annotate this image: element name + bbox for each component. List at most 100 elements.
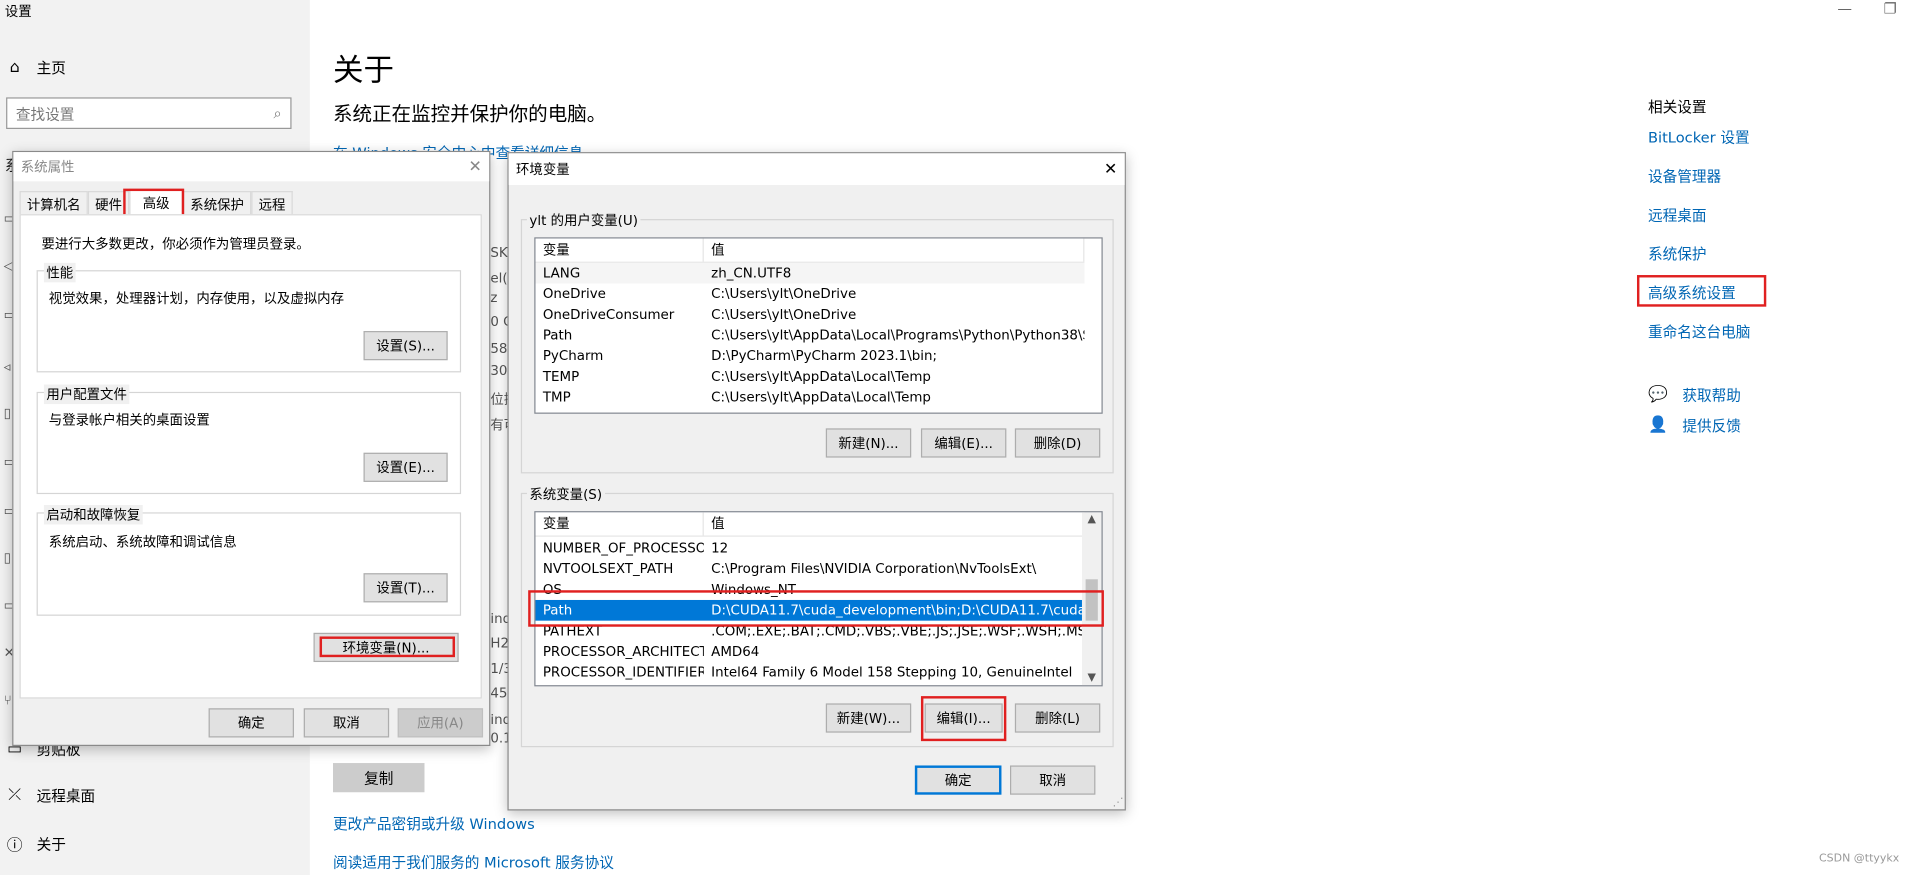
dialog-title: 系统属性 [20, 159, 75, 176]
system-delete-button[interactable]: 删除(L) [1014, 703, 1101, 733]
variable-name: OneDrive [542, 285, 606, 302]
variable-name: LANG [542, 265, 581, 282]
column-header-variable[interactable]: 变量 [535, 238, 704, 262]
feedback-link[interactable]: 👤 提供反馈 [1648, 415, 1741, 436]
page-title: 关于 [333, 52, 395, 88]
restore-icon[interactable]: ❐ [1884, 0, 1897, 17]
user-profiles-settings-button[interactable]: 设置(E)... [363, 452, 448, 482]
tab-system-protection[interactable]: 系统保护 [182, 191, 252, 216]
apply-button[interactable]: 应用(A) [397, 708, 484, 738]
list-item[interactable]: Path C:\Users\ylt\AppData\Local\Programs… [535, 325, 1085, 346]
list-header: 变量 值 [535, 512, 1085, 537]
sidebar-item-remote-desktop[interactable]: ⤫ 远程桌面 [5, 785, 95, 806]
dialog-titlebar: 系统属性 ✕ [13, 152, 490, 182]
scroll-down-icon[interactable]: ▼ [1082, 672, 1102, 684]
info-icon: ⓘ [6, 837, 23, 856]
change-product-key-link[interactable]: 更改产品密钥或升级 Windows [333, 813, 535, 834]
list-item[interactable]: PROCESSOR_ARCHITECT... AMD64 [535, 641, 1084, 662]
feedback-label: 提供反馈 [1682, 417, 1741, 435]
user-delete-button[interactable]: 删除(D) [1014, 428, 1101, 458]
env-cancel-button[interactable]: 取消 [1010, 765, 1096, 795]
list-item[interactable]: NUMBER_OF_PROCESSORS 12 [535, 538, 1084, 559]
startup-recovery-settings-button[interactable]: 设置(T)... [363, 573, 448, 603]
user-variables-legend: ylt 的用户变量(U) [526, 210, 641, 231]
multitask-icon: ▯ [3, 550, 12, 566]
user-edit-button[interactable]: 编辑(E)... [920, 428, 1007, 458]
highlight-edit-button [920, 696, 1007, 742]
get-help-label: 获取帮助 [1682, 386, 1741, 405]
startup-recovery-desc: 系统启动、系统故障和调试信息 [48, 534, 237, 551]
list-item[interactable]: NVTOOLSEXT_PATH C:\Program Files\NVIDIA … [535, 559, 1084, 580]
list-item[interactable]: PROCESSOR_IDENTIFIER Intel64 Family 6 Mo… [535, 662, 1084, 683]
variable-value: C:\Users\ylt\OneDrive [711, 306, 857, 323]
variable-name: NUMBER_OF_PROCESSORS [542, 540, 704, 557]
performance-legend: 性能 [43, 262, 76, 283]
remote-desktop-link[interactable]: 远程桌面 [1648, 204, 1750, 243]
variable-name: Path [542, 327, 573, 344]
list-item[interactable]: TMP C:\Users\ylt\AppData\Local\Temp [535, 387, 1084, 408]
variable-value: Intel64 Family 6 Model 158 Stepping 10, … [711, 664, 1073, 681]
home-icon: ⌂ [9, 58, 20, 77]
minimize-icon[interactable]: — [1837, 0, 1852, 17]
spec-fragment: z [490, 289, 498, 306]
list-item[interactable]: OneDrive C:\Users\ylt\OneDrive [535, 284, 1084, 305]
column-header-value[interactable]: 值 [704, 238, 1085, 262]
variable-name: NVTOOLSEXT_PATH [542, 561, 674, 577]
related-settings-title: 相关设置 [1647, 98, 1707, 116]
startup-recovery-legend: 启动和故障恢复 [43, 505, 143, 525]
column-header-variable[interactable]: 变量 [535, 512, 704, 536]
user-variables-list[interactable]: 变量 值 LANG zh_CN.UTF8 OneDrive C:\Users\y… [534, 237, 1103, 414]
cancel-button[interactable]: 取消 [303, 708, 390, 738]
variable-value: C:\Users\ylt\AppData\Local\Programs\Pyth… [711, 327, 1084, 344]
search-icon: ⌕ [273, 104, 282, 122]
variable-name: TMP [542, 389, 571, 406]
copy-button[interactable]: 复制 [333, 763, 425, 793]
scroll-up-icon[interactable]: ▲ [1082, 514, 1102, 526]
sidebar-item-home[interactable]: ⌂ 主页 [5, 57, 66, 78]
system-new-button[interactable]: 新建(W)... [825, 703, 912, 733]
service-agreement-link[interactable]: 阅读适用于我们服务的 Microsoft 服务协议 [333, 852, 614, 873]
remote-desktop-icon: ⤫ [8, 786, 21, 805]
variable-name: PROCESSOR_IDENTIFIER [542, 664, 704, 681]
device-manager-link[interactable]: 设备管理器 [1648, 166, 1750, 205]
variable-value: C:\Program Files\NVIDIA Corporation\NvTo… [711, 561, 1037, 577]
variable-name: TEMP [542, 368, 580, 385]
bitlocker-link[interactable]: BitLocker 设置 [1648, 127, 1750, 166]
ok-button[interactable]: 确定 [208, 708, 294, 738]
variable-value: zh_CN.UTF8 [711, 265, 792, 282]
variable-value: C:\Users\ylt\OneDrive [711, 285, 857, 302]
tab-remote[interactable]: 远程 [251, 191, 293, 216]
close-icon[interactable]: ✕ [469, 158, 482, 176]
variable-value: D:\PyCharm\PyCharm 2023.1\bin; [711, 348, 938, 364]
share-icon: ⑂ [3, 692, 12, 709]
env-ok-button[interactable]: 确定 [914, 765, 1002, 795]
user-profiles-legend: 用户配置文件 [43, 384, 130, 405]
user-new-button[interactable]: 新建(N)... [825, 428, 912, 458]
rename-pc-link[interactable]: 重命名这台电脑 [1648, 321, 1750, 360]
admin-note: 要进行大多数更改，你必须作为管理员登录。 [41, 236, 310, 252]
spec-fragment: 45 [490, 685, 508, 701]
close-icon[interactable]: ✕ [1104, 160, 1117, 178]
search-placeholder: 查找设置 [15, 105, 75, 123]
variable-name: OneDriveConsumer [542, 306, 675, 323]
variable-value: C:\Users\ylt\AppData\Local\Temp [711, 389, 931, 406]
related-settings: 相关设置 BitLocker 设置 设备管理器 远程桌面 系统保护 高级系统设置… [1648, 96, 1750, 360]
list-item[interactable]: TEMP C:\Users\ylt\AppData\Local\Temp [535, 366, 1084, 387]
search-input[interactable]: 查找设置 ⌕ [6, 97, 292, 129]
column-header-value[interactable]: 值 [704, 512, 1085, 536]
variable-value: AMD64 [711, 643, 760, 660]
system-variables-legend: 系统变量(S) [526, 484, 605, 504]
spec-fragment: 30 [490, 362, 508, 379]
list-item[interactable]: LANG zh_CN.UTF8 [535, 262, 1085, 284]
highlight-advanced-settings [1636, 275, 1767, 307]
tab-computer-name[interactable]: 计算机名 [19, 191, 88, 216]
list-item[interactable]: PyCharm D:\PyCharm\PyCharm 2023.1\bin; [535, 346, 1084, 367]
resize-grip-icon[interactable]: ⋰ [1112, 797, 1123, 809]
list-item[interactable]: OneDriveConsumer C:\Users\ylt\OneDrive [535, 304, 1084, 325]
dialog-title: 环境变量 [515, 161, 570, 178]
get-help-link[interactable]: 💬 获取帮助 [1648, 385, 1741, 406]
sidebar-item-about[interactable]: ⓘ 关于 [5, 832, 66, 855]
chat-help-icon: 💬 [1647, 385, 1668, 405]
feedback-person-icon: 👤 [1647, 416, 1668, 435]
performance-settings-button[interactable]: 设置(S)... [363, 331, 448, 361]
